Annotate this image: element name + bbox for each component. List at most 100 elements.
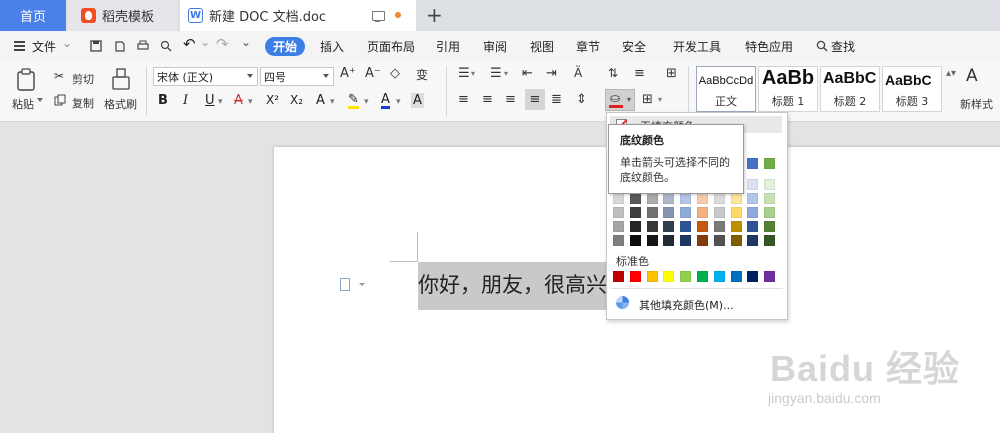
font-color-dropdown-icon[interactable]: ▾ (396, 97, 401, 107)
menu-icon[interactable] (14, 41, 25, 43)
standard-color-swatch[interactable] (613, 271, 624, 282)
new-style-icon[interactable]: A (966, 66, 978, 86)
align-left-icon[interactable]: ≡ (458, 92, 469, 107)
subscript-button[interactable]: X₂ (290, 93, 303, 107)
justify-icon[interactable]: ≡ (525, 89, 545, 110)
align-right-icon[interactable]: ≡ (505, 92, 516, 107)
theme-shade-swatch[interactable] (730, 193, 742, 204)
theme-shade-swatch[interactable] (713, 193, 725, 204)
theme-shade-swatch[interactable] (697, 193, 708, 204)
standard-color-swatch[interactable] (697, 271, 708, 282)
menu-references[interactable]: 引用 (436, 38, 460, 55)
theme-shade-swatch[interactable] (764, 235, 776, 246)
shrink-font-icon[interactable]: A⁻ (365, 66, 381, 81)
print-icon[interactable] (137, 40, 149, 52)
theme-shade-swatch[interactable] (680, 221, 692, 232)
theme-shade-swatch[interactable] (629, 207, 641, 218)
table-grid-icon[interactable]: ⊞ (666, 66, 677, 81)
theme-shade-swatch[interactable] (764, 193, 776, 204)
sort-icon[interactable]: ⇅ (608, 66, 618, 80)
menu-review[interactable]: 审阅 (483, 38, 507, 55)
theme-shade-swatch[interactable] (629, 235, 641, 246)
undo-dropdown-icon[interactable]: ⌄ (200, 35, 210, 49)
style-normal[interactable]: AaBbCcDd 正文 (696, 66, 756, 112)
new-style-label[interactable]: 新样式 (960, 96, 993, 112)
theme-shade-swatch[interactable] (764, 221, 776, 232)
menu-view[interactable]: 视图 (530, 38, 554, 55)
copy-icon[interactable] (54, 94, 66, 106)
text-effect-dropdown-icon[interactable]: ▾ (330, 97, 335, 107)
theme-shade-swatch[interactable] (613, 221, 624, 232)
theme-shade-swatch[interactable] (646, 207, 658, 218)
format-painter-icon[interactable] (111, 68, 131, 92)
shading-color-button[interactable]: ⛀ ▾ (605, 89, 635, 111)
more-fill-colors-item[interactable]: 其他填充颜色(M)... (639, 297, 734, 313)
style-heading-3[interactable]: AaBbC 标题 3 (882, 66, 942, 112)
paragraph-layout-icon[interactable] (340, 278, 350, 291)
menu-developer[interactable]: 开发工具 (673, 38, 721, 55)
theme-shade-swatch[interactable] (663, 207, 675, 218)
theme-shade-swatch[interactable] (697, 221, 708, 232)
theme-shade-swatch[interactable] (646, 235, 658, 246)
menu-home-start[interactable]: 开始 (265, 37, 305, 56)
screen-icon[interactable] (372, 11, 385, 23)
theme-shade-swatch[interactable] (697, 207, 708, 218)
standard-color-swatch[interactable] (713, 271, 725, 282)
search-icon[interactable] (816, 40, 828, 52)
numbering-dropdown-icon[interactable]: ▾ (504, 69, 508, 78)
standard-color-swatch[interactable] (646, 271, 658, 282)
menu-insert[interactable]: 插入 (320, 38, 344, 55)
line-spacing-icon[interactable]: ⇕ (576, 92, 587, 107)
highlight-dropdown-icon[interactable]: ▾ (364, 97, 369, 107)
theme-shade-swatch[interactable] (646, 221, 658, 232)
bullets-dropdown-icon[interactable]: ▾ (471, 69, 475, 78)
theme-shade-swatch[interactable] (764, 207, 776, 218)
theme-color-swatch[interactable] (747, 158, 759, 169)
bold-button[interactable]: B (158, 93, 168, 108)
menu-section[interactable]: 章节 (576, 38, 600, 55)
theme-shade-swatch[interactable] (680, 235, 692, 246)
bullets-icon[interactable]: ☰ (458, 66, 470, 81)
tab-templates[interactable]: 稻壳模板 (67, 0, 177, 31)
paste-icon[interactable] (16, 68, 38, 92)
font-size-select[interactable]: 四号 (260, 67, 334, 86)
theme-shade-swatch[interactable] (646, 193, 658, 204)
theme-shade-swatch[interactable] (730, 235, 742, 246)
theme-shade-swatch[interactable] (680, 207, 692, 218)
chinese-layout-icon[interactable]: Ä (574, 66, 582, 80)
customize-icon[interactable]: ⌄ (241, 35, 251, 49)
theme-shade-swatch[interactable] (663, 193, 675, 204)
menu-special-apps[interactable]: 特色应用 (745, 38, 793, 55)
grow-font-icon[interactable]: A⁺ (340, 66, 356, 81)
superscript-button[interactable]: X² (266, 93, 279, 107)
paste-label[interactable]: 粘贴 (12, 96, 34, 112)
tab-home[interactable]: 首页 (0, 0, 66, 31)
menu-security[interactable]: 安全 (622, 38, 646, 55)
print-preview-icon[interactable] (160, 40, 172, 52)
font-color-icon[interactable]: A (381, 93, 390, 109)
underline-dropdown-icon[interactable]: ▾ (218, 97, 223, 107)
text-effect-icon[interactable]: A (316, 93, 325, 108)
format-painter-label[interactable]: 格式刷 (104, 96, 137, 112)
styles-scroll-icon[interactable]: ▴▾ (946, 68, 956, 79)
align-center-icon[interactable]: ≡ (482, 92, 493, 107)
document-text[interactable]: 你好，朋友，很高兴 (418, 269, 608, 299)
show-marks-icon[interactable]: ≡ (634, 66, 645, 81)
decrease-indent-icon[interactable]: ⇤ (522, 66, 533, 81)
theme-shade-swatch[interactable] (747, 221, 759, 232)
theme-shade-swatch[interactable] (613, 207, 624, 218)
export-pdf-icon[interactable] (114, 40, 126, 52)
save-icon[interactable] (90, 40, 102, 52)
theme-shade-swatch[interactable] (764, 179, 776, 190)
paste-dropdown-icon[interactable] (37, 98, 43, 102)
theme-shade-swatch[interactable] (663, 235, 675, 246)
theme-shade-swatch[interactable] (613, 235, 624, 246)
theme-shade-swatch[interactable] (730, 221, 742, 232)
theme-shade-swatch[interactable] (663, 221, 675, 232)
theme-shade-swatch[interactable] (713, 235, 725, 246)
highlight-icon[interactable]: ✎ (348, 93, 359, 109)
distributed-icon[interactable]: ≣ (551, 92, 562, 107)
standard-color-swatch[interactable] (764, 271, 776, 282)
theme-shade-swatch[interactable] (713, 207, 725, 218)
cut-label[interactable]: 剪切 (72, 71, 94, 87)
